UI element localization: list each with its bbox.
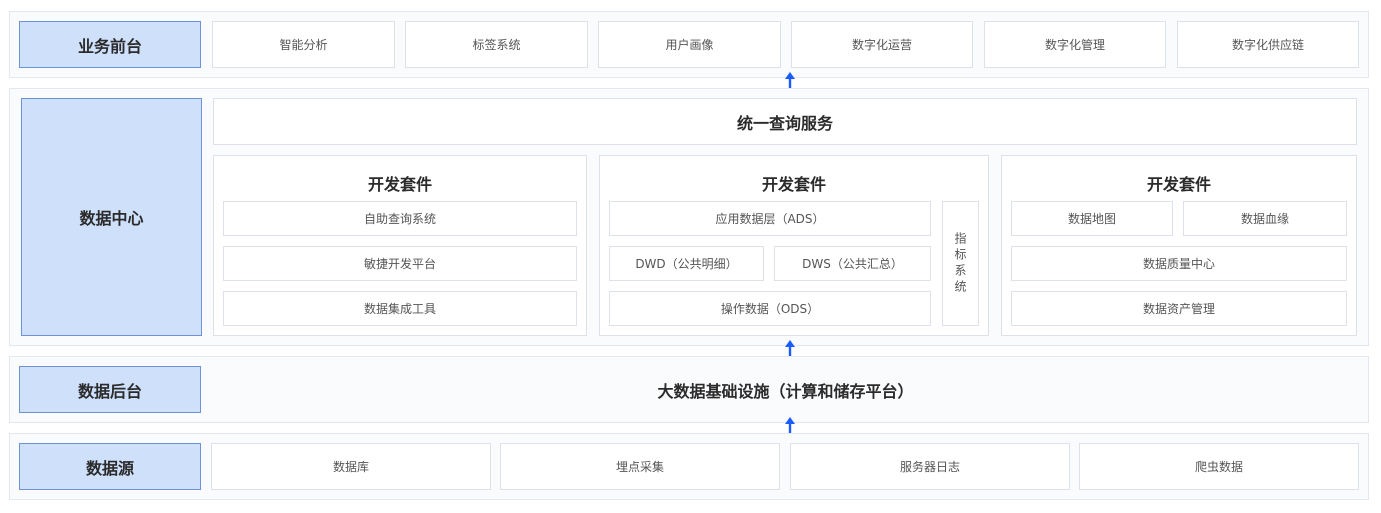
business-item-user-profile[interactable]: 用户画像	[598, 21, 781, 68]
dev-suite-middle-title: 开发套件	[761, 175, 826, 194]
business-item-digital-supply-chain[interactable]: 数字化供应链	[1177, 21, 1359, 68]
big-data-infrastructure: 大数据基础设施（计算和储存平台）	[657, 381, 914, 401]
data-integration-tool[interactable]: 数据集成工具	[223, 291, 577, 326]
business-item-digital-operation[interactable]: 数字化运营	[791, 21, 973, 68]
business-front-label: 业务前台	[19, 21, 201, 68]
ads-layer[interactable]: 应用数据层（ADS）	[609, 201, 931, 236]
data-lineage[interactable]: 数据血缘	[1183, 201, 1347, 236]
ods-layer[interactable]: 操作数据（ODS）	[609, 291, 931, 326]
arrow-up-icon	[785, 340, 795, 356]
metrics-system-label: 指标系统	[953, 231, 967, 296]
dws-layer[interactable]: DWS（公共汇总）	[774, 246, 931, 281]
arrow-up-icon	[785, 417, 795, 433]
business-item-smart-analysis[interactable]: 智能分析	[212, 21, 395, 68]
metrics-system[interactable]: 指标系统	[942, 201, 979, 326]
data-center-label: 数据中心	[21, 98, 202, 336]
data-quality-center[interactable]: 数据质量中心	[1011, 246, 1347, 281]
data-map[interactable]: 数据地图	[1011, 201, 1173, 236]
business-item-digital-management[interactable]: 数字化管理	[984, 21, 1166, 68]
agile-dev-platform[interactable]: 敏捷开发平台	[223, 246, 577, 281]
dev-suite-left-title: 开发套件	[367, 175, 432, 194]
arrow-up-icon	[785, 72, 795, 88]
business-item-tag-system[interactable]: 标签系统	[405, 21, 588, 68]
data-backend-label: 数据后台	[19, 366, 201, 413]
source-server-logs[interactable]: 服务器日志	[790, 443, 1070, 490]
source-event-tracking[interactable]: 埋点采集	[500, 443, 780, 490]
source-database[interactable]: 数据库	[211, 443, 491, 490]
dev-suite-right-title: 开发套件	[1146, 175, 1211, 194]
self-query-system[interactable]: 自助查询系统	[223, 201, 577, 236]
data-asset-management[interactable]: 数据资产管理	[1011, 291, 1347, 326]
data-source-label: 数据源	[19, 443, 201, 490]
dwd-layer[interactable]: DWD（公共明细）	[609, 246, 764, 281]
source-crawler-data[interactable]: 爬虫数据	[1079, 443, 1359, 490]
unified-query-service[interactable]: 统一查询服务	[213, 98, 1357, 145]
